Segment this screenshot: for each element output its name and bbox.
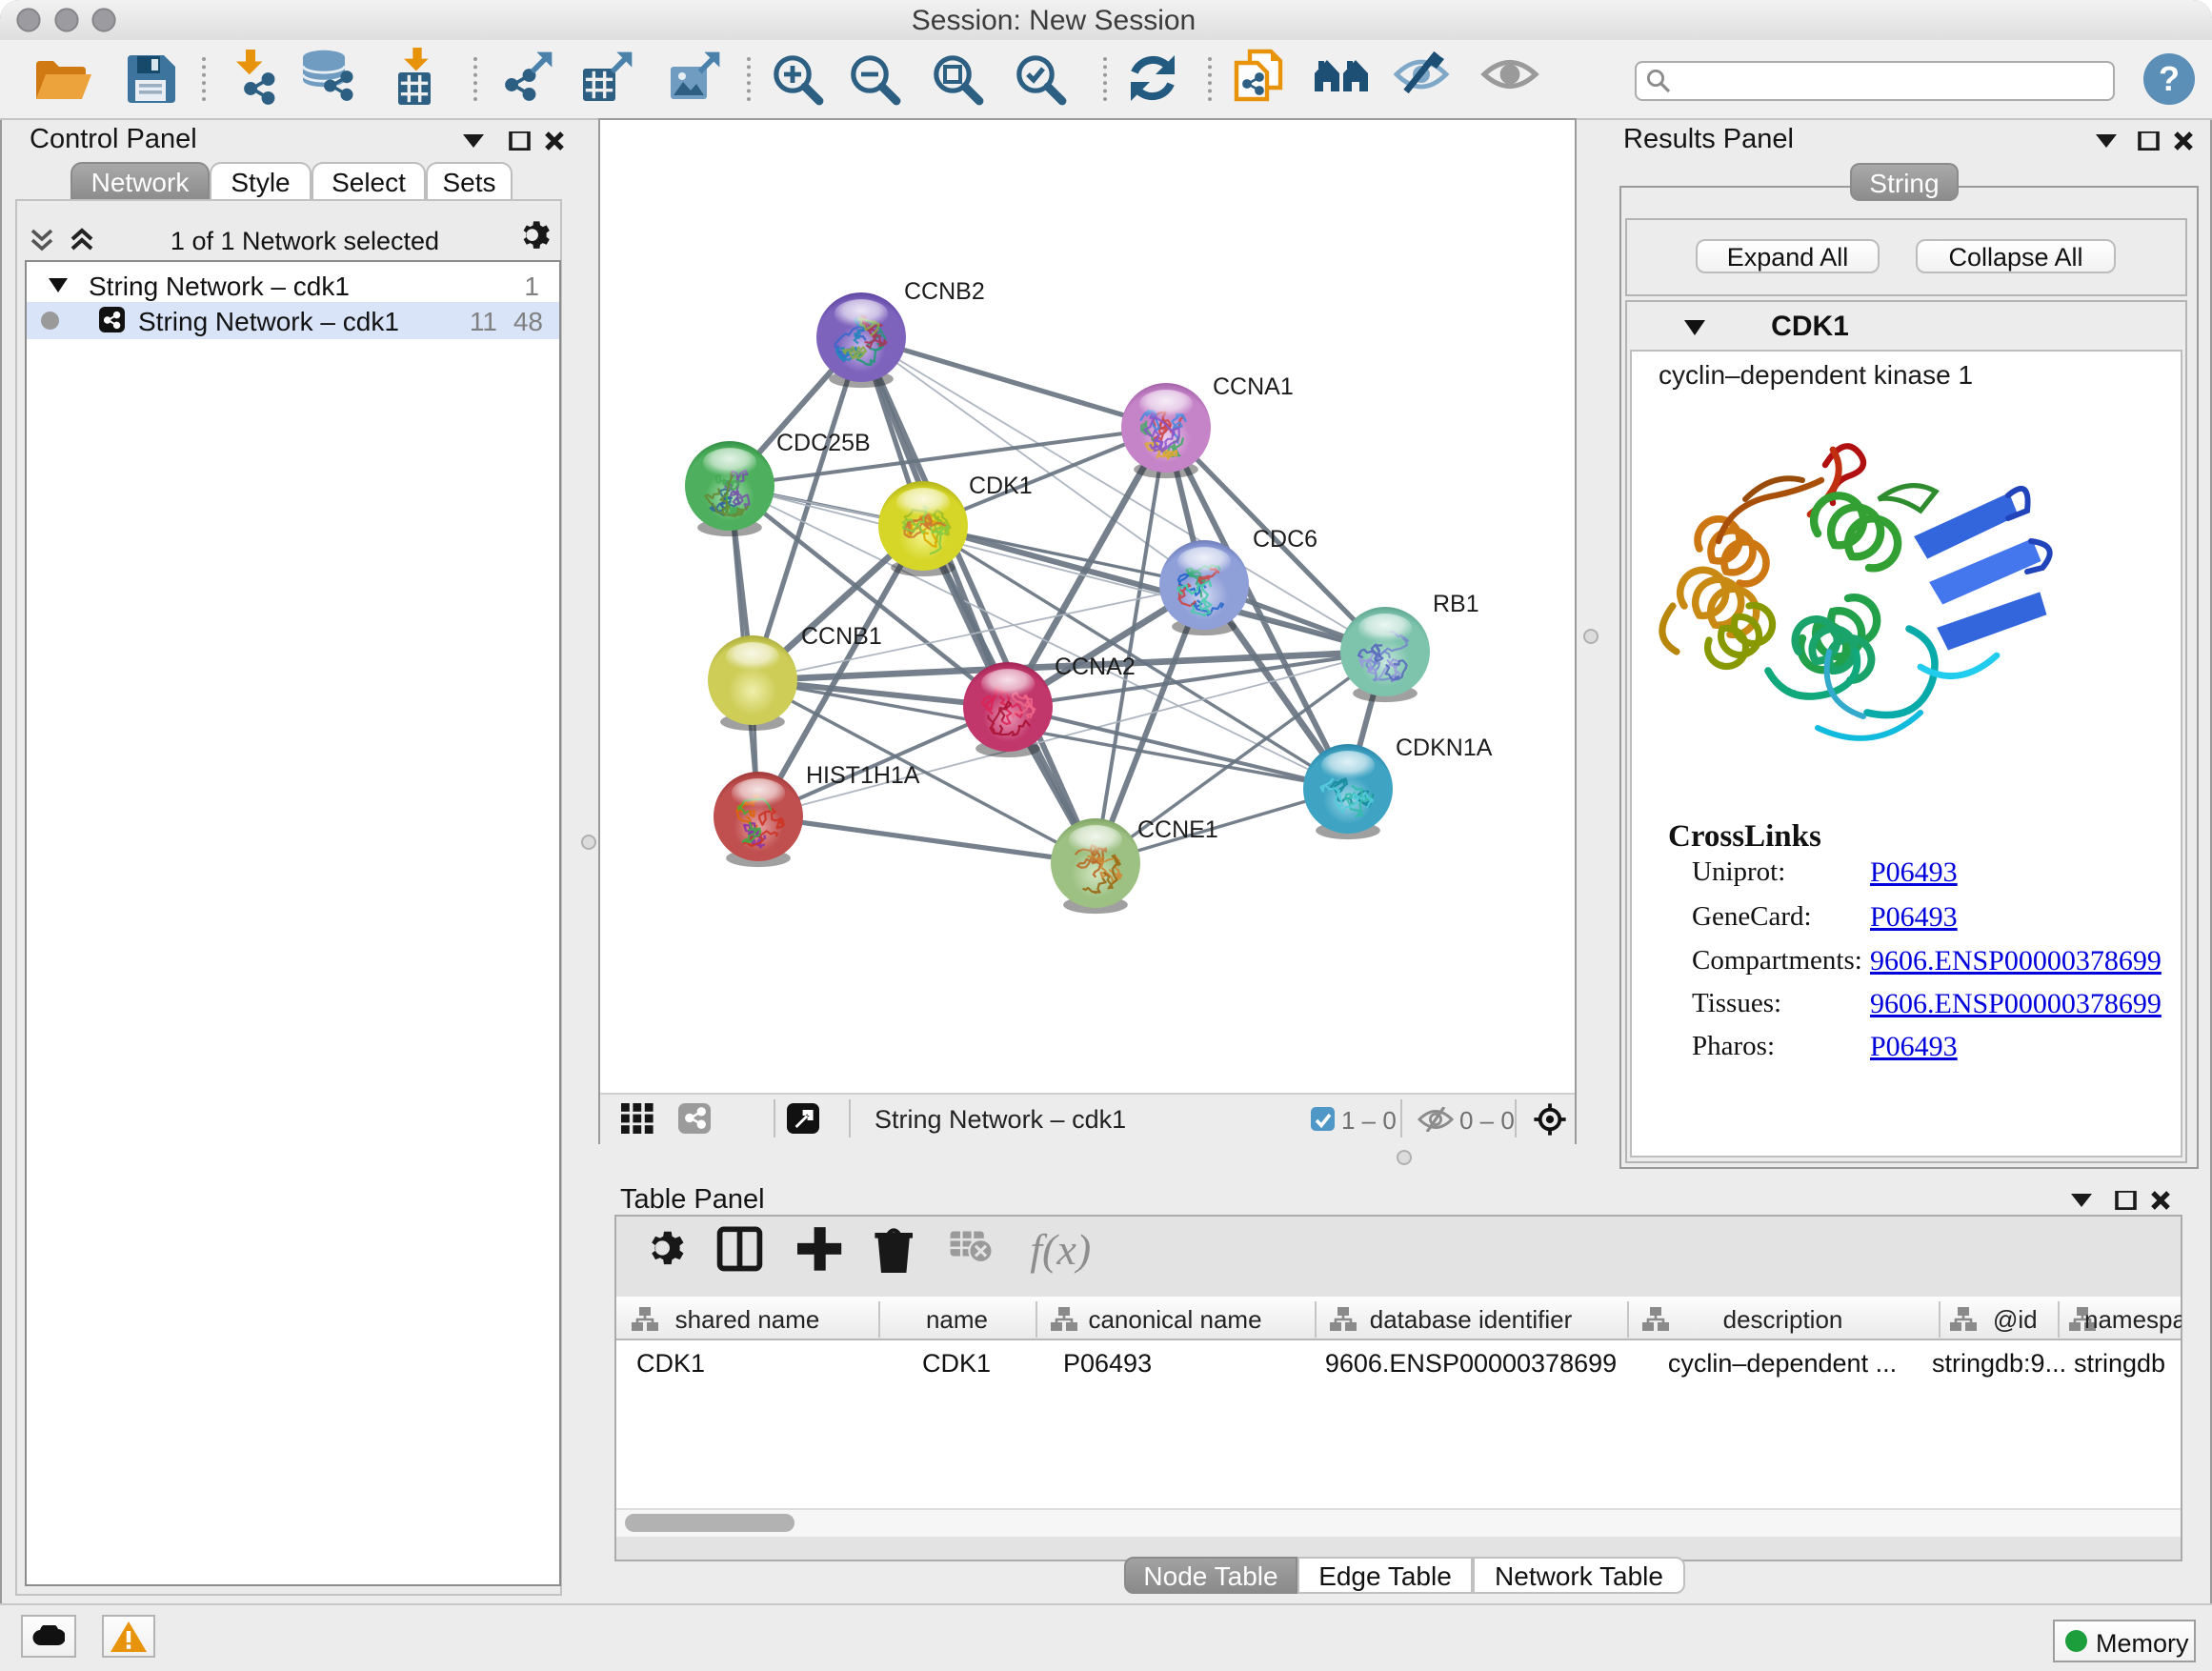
svg-text:CCNA1: CCNA1 [1213, 373, 1294, 400]
svg-text:CCNB1: CCNB1 [801, 623, 882, 650]
svg-text:CDC25B: CDC25B [776, 430, 871, 456]
svg-text:HIST1H1A: HIST1H1A [806, 762, 920, 789]
svg-text:RB1: RB1 [1433, 591, 1479, 617]
svg-text:CCNE1: CCNE1 [1137, 816, 1218, 843]
svg-text:CDKN1A: CDKN1A [1396, 735, 1493, 761]
svg-text:CDC6: CDC6 [1253, 526, 1317, 553]
svg-text:CCNB2: CCNB2 [904, 278, 985, 305]
svg-text:f(x): f(x) [1030, 1225, 1091, 1274]
svg-text:CCNA2: CCNA2 [1055, 654, 1136, 680]
svg-text:CDK1: CDK1 [969, 473, 1033, 499]
